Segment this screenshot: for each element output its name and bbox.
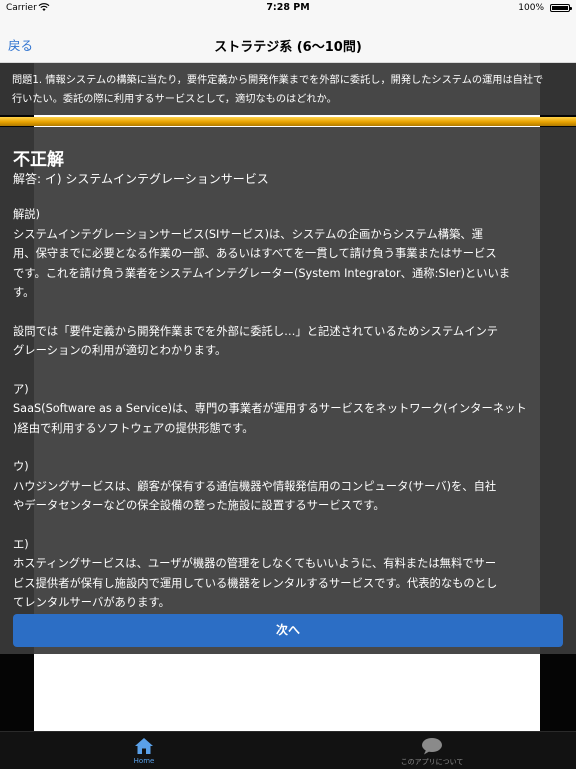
question-line: 行いたい。委託の際に利用するサービスとして，適切なものはどれか。 [12, 94, 337, 105]
battery-icon [550, 4, 572, 12]
explanation-paragraph: ア) SaaS(Software as a Service)は、専門の事業者が運… [13, 382, 527, 435]
correct-answer: 解答: イ) システムインテグレーションサービス [13, 172, 269, 186]
explanation-paragraph: ウ) ハウジングサービスは、顧客が保有する通信機器や情報発信用のコンピュータ(サ… [13, 460, 497, 512]
result-label: 不正解 [13, 150, 64, 170]
answer-panel: 不正解 解答: イ) システムインテグレーションサービス 解説) システムインテ… [0, 127, 576, 654]
tab-bar: Home このアプリについて [0, 731, 576, 769]
tab-about[interactable]: このアプリについて [288, 732, 576, 769]
home-icon [0, 737, 288, 755]
progress-bar [0, 117, 576, 126]
explanation-paragraph: 設問では「要件定義から開発作業までを外部に委託し…」と記述されているためシステム… [13, 324, 499, 358]
clock: 7:28 PM [266, 2, 310, 13]
question-banner: 問題1. 情報システムの構築に当たり，要件定義から開発作業までを外部に委託し，開… [0, 63, 576, 115]
tab-home[interactable]: Home [0, 732, 288, 769]
question-line: 問題1. 情報システムの構築に当たり，要件定義から開発作業までを外部に委託し，開… [12, 75, 544, 86]
battery-percent: 100% [518, 3, 544, 13]
navigation-bar: 戻る ストラテジ系 (6〜10問) [0, 16, 576, 63]
explanation-paragraph: 解説) システムインテグレーションサービス(SIサービス)は、システムの企画から… [13, 208, 511, 299]
explanation-text: 解説) システムインテグレーションサービス(SIサービス)は、システムの企画から… [13, 205, 561, 632]
progress-fill [0, 117, 576, 126]
next-button[interactable]: 次へ [13, 614, 563, 647]
tab-label: Home [133, 757, 155, 765]
chat-bubble-icon [288, 737, 576, 755]
tab-label: このアプリについて [400, 758, 464, 766]
status-bar: Carrier 7:28 PM 100% [0, 0, 576, 16]
page-title: ストラテジ系 (6〜10問) [214, 40, 362, 55]
explanation-paragraph: エ) ホスティングサービスは、ユーザが機器の管理をしなくてもいいように、有料また… [13, 537, 498, 610]
